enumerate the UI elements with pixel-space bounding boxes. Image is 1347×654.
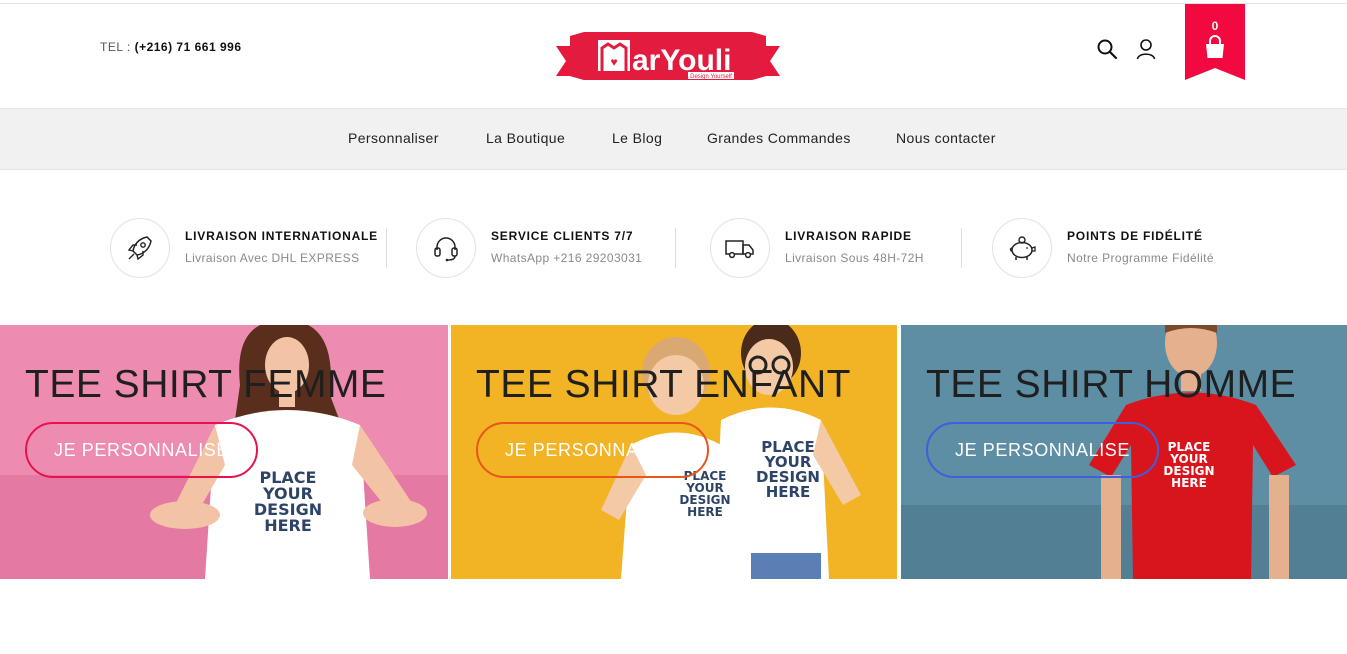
truck-icon (725, 240, 754, 259)
user-icon[interactable] (1135, 38, 1157, 60)
personalize-button[interactable]: JE PERSONNALISE (926, 422, 1159, 478)
feature-title: POINTS DE FIDÉLITÉ (1067, 229, 1203, 243)
shirt-print-text: PLACE YOUR DESIGN HERE (756, 438, 820, 501)
headset-icon (434, 237, 458, 262)
nav-item-personnaliser[interactable]: Personnaliser (348, 130, 439, 146)
feature-title: LIVRAISON RAPIDE (785, 229, 912, 243)
feature-divider (675, 228, 676, 268)
feature-divider (386, 228, 387, 268)
feature-subtitle: Notre Programme Fidélité (1067, 251, 1214, 265)
banner-tee-shirt-femme[interactable]: PLACE YOUR DESIGN HERE TEE SHIRT FEMME J… (0, 325, 448, 579)
nav-item-la-boutique[interactable]: La Boutique (486, 130, 565, 146)
banner-tee-shirt-homme[interactable]: PLACE YOUR DESIGN HERE TEE SHIRT HOMME J… (901, 325, 1347, 579)
feature-subtitle: Livraison Sous 48H-72H (785, 251, 924, 265)
logo-tagline: Design Yourself (690, 74, 732, 80)
rocket-icon (127, 236, 152, 261)
maryouli-logo[interactable]: ♥ arYouli Design Yourself (556, 30, 780, 86)
feature-divider (961, 228, 962, 268)
feature-title: LIVRAISON INTERNATIONALE (185, 229, 378, 243)
cart-count: 0 (1211, 19, 1219, 33)
banner-title: TEE SHIRT HOMME (926, 363, 1297, 406)
nav-item-le-blog[interactable]: Le Blog (612, 130, 662, 146)
main-navigation: Personnaliser La Boutique Le Blog Grande… (0, 108, 1347, 170)
tel-number[interactable]: (+216) 71 661 996 (135, 40, 242, 54)
shirt-print-text: PLACE YOUR DESIGN HERE (253, 468, 323, 535)
banner-title: TEE SHIRT ENFANT (476, 363, 851, 406)
personalize-button[interactable]: JE PERSONNALISE (476, 422, 709, 478)
svg-text:♥: ♥ (610, 55, 617, 69)
banner-title: TEE SHIRT FEMME (25, 363, 387, 406)
nav-item-nous-contacter[interactable]: Nous contacter (896, 130, 996, 146)
cart-button[interactable]: 0 (1185, 4, 1245, 80)
banner-tee-shirt-enfant[interactable]: PLACE YOUR DESIGN HERE PLACE YOUR DESIGN… (451, 325, 897, 579)
tel-label: TEL : (100, 40, 131, 54)
site-header: TEL : (+216) 71 661 996 ♥ arYouli Design… (0, 4, 1347, 108)
nav-item-grandes-commandes[interactable]: Grandes Commandes (707, 130, 851, 146)
piggy-bank-icon (1009, 236, 1036, 260)
shirt-print-text: PLACE YOUR DESIGN HERE (1163, 440, 1215, 490)
category-banners: PLACE YOUR DESIGN HERE TEE SHIRT FEMME J… (0, 325, 1347, 579)
features-bar: LIVRAISON INTERNATIONALE Livraison Avec … (0, 170, 1347, 325)
cart-ribbon (1185, 4, 1245, 80)
feature-title: SERVICE CLIENTS 7/7 (491, 229, 634, 243)
search-icon[interactable] (1096, 38, 1118, 60)
feature-subtitle: WhatsApp +216 29203031 (491, 251, 643, 265)
phone-contact: TEL : (+216) 71 661 996 (100, 40, 242, 54)
feature-subtitle: Livraison Avec DHL EXPRESS (185, 251, 360, 265)
personalize-button[interactable]: JE PERSONNALISE (25, 422, 258, 478)
